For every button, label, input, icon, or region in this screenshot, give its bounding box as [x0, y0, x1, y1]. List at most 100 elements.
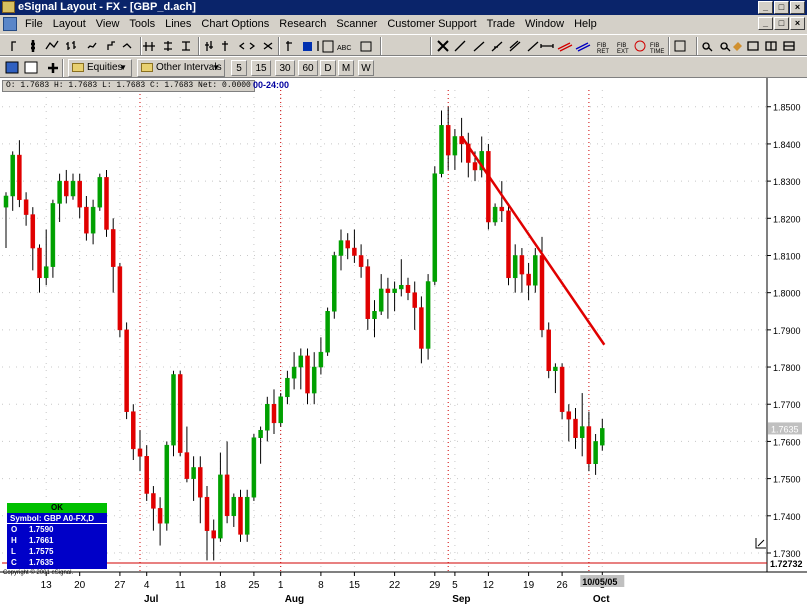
window-title: eSignal Layout - FX - [GBP_d.ach] [18, 1, 196, 13]
menu-file[interactable]: File [20, 15, 48, 33]
ray-icon [491, 41, 503, 52]
candle-body [157, 508, 163, 524]
minimize-button[interactable]: _ [758, 1, 773, 14]
x-tick-label: 26 [557, 580, 569, 591]
month-label: Oct [593, 594, 610, 605]
x-tick-label: 18 [215, 580, 227, 591]
x-tick-label: 1 [278, 580, 284, 591]
bar-chart-icon [31, 40, 35, 52]
interval-weekly-button[interactable]: W [358, 60, 374, 76]
candle-body [238, 496, 243, 535]
horizontal-line-icon [540, 44, 554, 48]
menu-layout[interactable]: Layout [48, 15, 91, 33]
other-intervals-dropdown[interactable]: Other Intervals ▼ [137, 59, 225, 77]
esignal-app-icon [2, 1, 15, 13]
cursor-sync-icon [164, 41, 172, 51]
candle-body [311, 366, 317, 394]
crosshair-icon [143, 42, 155, 51]
candle-body [285, 377, 290, 398]
price-chart[interactable]: 1.8500 1.8400 1.8300 1.8200 1.8100 1.8000 1.79… [0, 78, 807, 605]
interval-15-button[interactable]: 15 [251, 60, 271, 76]
interval-60-button[interactable]: 60 [298, 60, 318, 76]
candle-body [177, 374, 183, 453]
candle-body [50, 203, 56, 267]
pencil-icon [454, 40, 466, 52]
candle-body [204, 496, 210, 531]
candle-body [593, 441, 598, 464]
menu-help[interactable]: Help [569, 15, 602, 33]
candle-body [579, 426, 585, 438]
close-button[interactable]: × [790, 1, 805, 14]
candle-body [278, 396, 283, 424]
menu-customer-support[interactable]: Customer Support [382, 15, 481, 33]
menu-trade[interactable]: Trade [482, 15, 520, 33]
interval-monthly-button[interactable]: M [338, 60, 354, 76]
x-tick-label: 20 [74, 580, 86, 591]
candle-body [184, 452, 190, 479]
mdi-restore-button[interactable]: □ [774, 17, 789, 30]
candle-body [378, 288, 384, 312]
copyright-text: Copyright © 2001 eSignal. [3, 570, 74, 576]
info-status: OK [7, 503, 107, 513]
candle-body [559, 366, 565, 412]
candle-body [445, 125, 451, 156]
zoom-fit-icon [263, 42, 273, 50]
candle-body [291, 366, 297, 379]
color-swatch-icon [303, 42, 312, 51]
level-icon [222, 41, 228, 51]
candle-body [399, 284, 404, 290]
candle-body [124, 329, 129, 412]
candle-body [131, 411, 136, 450]
candle-body [171, 374, 176, 446]
interval-5-button[interactable]: 5 [231, 60, 247, 76]
candle-body [486, 151, 491, 223]
menu-chart-options[interactable]: Chart Options [196, 15, 274, 33]
menu-tools[interactable]: Tools [124, 15, 160, 33]
y-tick-label: 1.7400 [773, 512, 801, 522]
candle-body [218, 474, 223, 539]
interval-daily-button[interactable]: D [320, 60, 336, 76]
document-icon[interactable] [3, 17, 17, 31]
candle-body [332, 255, 337, 312]
y-tick-label: 1.7700 [773, 400, 801, 410]
menu-bar: File Layout View Tools Lines Chart Optio… [0, 15, 807, 33]
drawing-toolbar: ABC FIB RET FIB EXT FIB TIME [0, 34, 807, 56]
copy-icon [674, 40, 686, 52]
mdi-minimize-button[interactable]: _ [758, 17, 773, 30]
mdi-close-button[interactable]: × [790, 17, 805, 30]
abc-text-icon: ABC [337, 45, 351, 52]
candle-body [137, 448, 143, 457]
candle-body [97, 177, 103, 208]
candle-body [492, 206, 498, 223]
menu-window[interactable]: Window [520, 15, 569, 33]
candle-body [90, 206, 96, 234]
y-tick-label: 1.7900 [773, 326, 801, 336]
x-tick-label: 29 [429, 580, 441, 591]
candle-body [318, 351, 324, 368]
line-chart-icon [45, 40, 59, 50]
menu-scanner[interactable]: Scanner [331, 15, 382, 33]
cursor-tool-icon [11, 41, 16, 51]
candle-body [325, 311, 330, 353]
candle-body [211, 530, 216, 539]
price-axis-bg [767, 78, 807, 605]
menu-research[interactable]: Research [274, 15, 331, 33]
interval-30-button[interactable]: 30 [275, 60, 295, 76]
parallel-icon [509, 40, 521, 52]
trend-icon [122, 43, 132, 49]
candle-body [533, 255, 538, 286]
menu-lines[interactable]: Lines [160, 15, 196, 33]
point-figure-icon [107, 41, 115, 50]
candle-body [573, 418, 578, 438]
maximize-button[interactable]: □ [774, 1, 789, 14]
x-tick-label: 4 [144, 580, 150, 591]
menu-view[interactable]: View [91, 15, 125, 33]
chart-window[interactable]: 1.8500 1.8400 1.8300 1.8200 1.8100 1.8000 1.79… [0, 78, 807, 605]
candle-body [419, 307, 424, 349]
layout-icon [747, 41, 759, 51]
equities-dropdown[interactable]: Equities ▼ [68, 59, 132, 77]
candle-body [352, 247, 357, 256]
candle-body [539, 255, 545, 331]
chevron-down-icon: ▼ [212, 63, 220, 72]
candle-body [546, 329, 551, 372]
